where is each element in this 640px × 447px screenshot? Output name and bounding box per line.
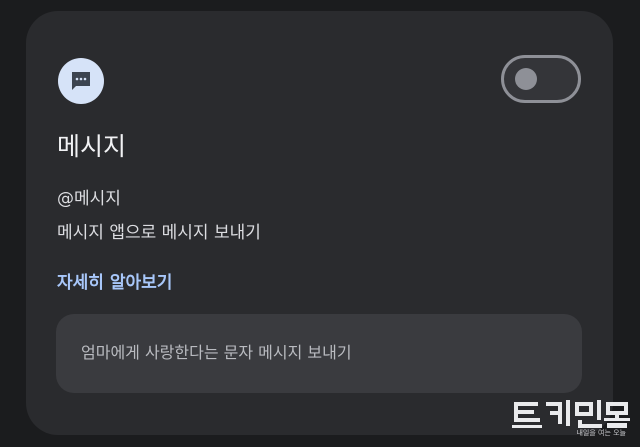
example-prompt-box[interactable]: 엄마에게 사랑한다는 문자 메시지 보내기 (56, 314, 582, 393)
techm-logo-icon (512, 400, 630, 428)
messages-app-icon (58, 58, 104, 104)
extension-handle: @메시지 (57, 189, 121, 209)
extension-title: 메시지 (57, 132, 127, 161)
toggle-knob (515, 68, 537, 90)
extension-description: 메시지 앱으로 메시지 보내기 (57, 223, 261, 243)
learn-more-link[interactable]: 자세히 알아보기 (57, 270, 172, 296)
enable-toggle[interactable] (501, 55, 581, 103)
watermark-logo: 내일을 여는 오늘 (512, 398, 630, 442)
example-prompt-text: 엄마에게 사랑한다는 문자 메시지 보내기 (81, 343, 352, 362)
extension-card: 메시지 @메시지 메시지 앱으로 메시지 보내기 자세히 알아보기 엄마에게 사… (26, 11, 613, 435)
watermark-subtitle: 내일을 여는 오늘 (576, 429, 626, 437)
message-dots-icon (72, 72, 90, 90)
